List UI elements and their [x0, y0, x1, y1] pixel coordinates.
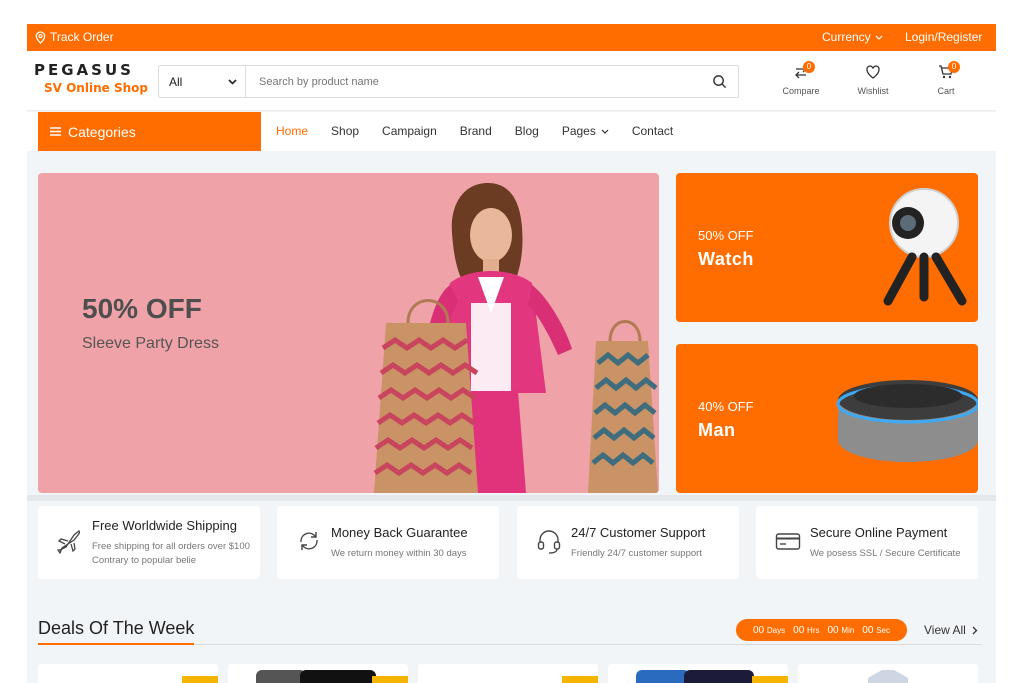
promo-card-watch[interactable]: 50% OFF Watch: [676, 173, 978, 322]
category-select-value: All: [169, 74, 183, 89]
nav-item-pages[interactable]: Pages: [562, 124, 609, 138]
discount-badge: [752, 676, 788, 683]
airplane-icon: [57, 530, 81, 554]
cart-label: Cart: [937, 86, 955, 96]
feature-description: We posess SSL / Secure Certificate: [810, 548, 961, 559]
cart-button[interactable]: 0 Cart: [916, 61, 976, 96]
track-order-label: Track Order: [50, 30, 114, 44]
top-bar: Track Order Currency Login/Register: [27, 24, 996, 51]
feature-title: 24/7 Customer Support: [571, 525, 706, 540]
discount-badge: [182, 676, 218, 683]
compare-button[interactable]: 0 Compare: [771, 61, 831, 96]
product-card[interactable]: [38, 664, 218, 683]
nav-item-brand[interactable]: Brand: [460, 124, 492, 138]
feature-title: Money Back Guarantee: [331, 525, 468, 540]
login-register-link[interactable]: Login/Register: [905, 30, 982, 44]
woman-with-shopping-bags-image: [373, 183, 658, 493]
search-icon: [712, 75, 726, 89]
discount-badge: [372, 676, 408, 683]
nav-item-campaign[interactable]: Campaign: [382, 124, 437, 138]
nav-item-shop[interactable]: Shop: [331, 124, 359, 138]
category-select[interactable]: All: [159, 66, 246, 97]
navigation-row: Categories Home Shop Campaign Brand Blog…: [27, 112, 996, 151]
phone-product-image: [636, 670, 754, 683]
logo-main-text[interactable]: PEGASUS: [34, 61, 134, 79]
nav-item-blog[interactable]: Blog: [515, 124, 539, 138]
promo-man-title: Man: [698, 420, 736, 440]
nav-item-home[interactable]: Home: [276, 124, 308, 138]
menu-icon: [50, 127, 61, 136]
timer-days: 00 Days: [753, 624, 786, 636]
chevron-right-icon: [972, 626, 978, 634]
camera-product-image: [883, 188, 967, 306]
discount-badge: [562, 676, 598, 683]
main-nav: Home Shop Campaign Brand Blog Pages Cont…: [276, 124, 696, 138]
hero-banner[interactable]: 50% OFF Sleeve Party Dress: [38, 173, 659, 493]
hero-subtitle: Sleeve Party Dress: [82, 335, 219, 352]
chevron-down-icon: [601, 129, 609, 134]
view-all-link[interactable]: View All: [924, 623, 978, 637]
feature-card-money-back: Money Back Guarantee We return money wit…: [277, 506, 499, 579]
logo-sub-text[interactable]: SV Online Shop: [44, 81, 148, 95]
feature-title: Secure Online Payment: [810, 525, 948, 540]
promo-man-discount: 40% OFF: [698, 399, 754, 414]
timer-seconds: 00 Sec: [862, 624, 890, 636]
product-card[interactable]: [798, 664, 978, 683]
chevron-down-icon: [875, 35, 883, 40]
feature-card-payment: Secure Online Payment We posess SSL / Se…: [756, 506, 978, 579]
search-bar: All: [158, 65, 739, 98]
feature-description: We return money within 30 days: [331, 548, 467, 559]
deals-section-title: Deals Of The Week: [38, 618, 195, 638]
categories-button[interactable]: Categories: [38, 112, 261, 151]
feature-description: Free shipping for all orders over $100 C…: [92, 541, 250, 566]
currency-dropdown[interactable]: Currency: [822, 30, 883, 44]
feature-card-support: 24/7 Customer Support Friendly 24/7 cust…: [517, 506, 739, 579]
feature-card-shipping: Free Worldwide Shipping Free shipping fo…: [38, 506, 260, 579]
product-card[interactable]: [418, 664, 598, 683]
wishlist-button[interactable]: Wishlist: [843, 64, 903, 96]
timer-minutes: 00 Min: [827, 624, 855, 636]
categories-label: Categories: [68, 123, 136, 140]
view-all-label: View All: [924, 623, 966, 637]
promo-watch-discount: 50% OFF: [698, 228, 754, 243]
compare-label: Compare: [782, 86, 820, 96]
smart-speaker-product-image: [836, 380, 978, 462]
header: PEGASUS SV Online Shop All 0 Compare Wis…: [27, 51, 996, 111]
shirt-product-image: [868, 670, 908, 683]
timer-hours: 00 Hrs: [793, 624, 820, 636]
currency-label: Currency: [822, 30, 871, 44]
section-divider: [27, 495, 996, 501]
nav-item-contact[interactable]: Contact: [632, 124, 673, 138]
refresh-icon: [300, 532, 318, 550]
phone-product-image: [256, 670, 376, 683]
nav-item-pages-label: Pages: [561, 124, 596, 138]
product-card[interactable]: [228, 664, 408, 683]
headset-icon: [537, 530, 561, 554]
feature-title: Free Worldwide Shipping: [92, 518, 237, 533]
wishlist-label: Wishlist: [857, 86, 889, 96]
compare-count-badge: 0: [803, 61, 815, 73]
page-frame: Track Order Currency Login/Register PEGA…: [27, 24, 996, 683]
feature-description: Friendly 24/7 customer support: [571, 548, 702, 559]
cart-count-badge: 0: [948, 61, 960, 73]
chevron-down-icon: [228, 78, 237, 85]
deals-divider-accent: [38, 643, 194, 645]
credit-card-icon: [775, 533, 801, 550]
location-pin-icon: [35, 30, 46, 44]
search-button[interactable]: [700, 66, 738, 97]
promo-card-man[interactable]: 40% OFF Man: [676, 344, 978, 493]
countdown-timer: 00 Days 00 Hrs 00 Min 00 Sec: [736, 619, 907, 641]
heart-icon: [866, 65, 880, 79]
hero-discount: 50% OFF: [82, 293, 202, 324]
product-card[interactable]: [608, 664, 788, 683]
promo-watch-title: Watch: [698, 249, 754, 269]
search-input[interactable]: [246, 66, 700, 97]
track-order-link[interactable]: Track Order: [35, 30, 114, 44]
